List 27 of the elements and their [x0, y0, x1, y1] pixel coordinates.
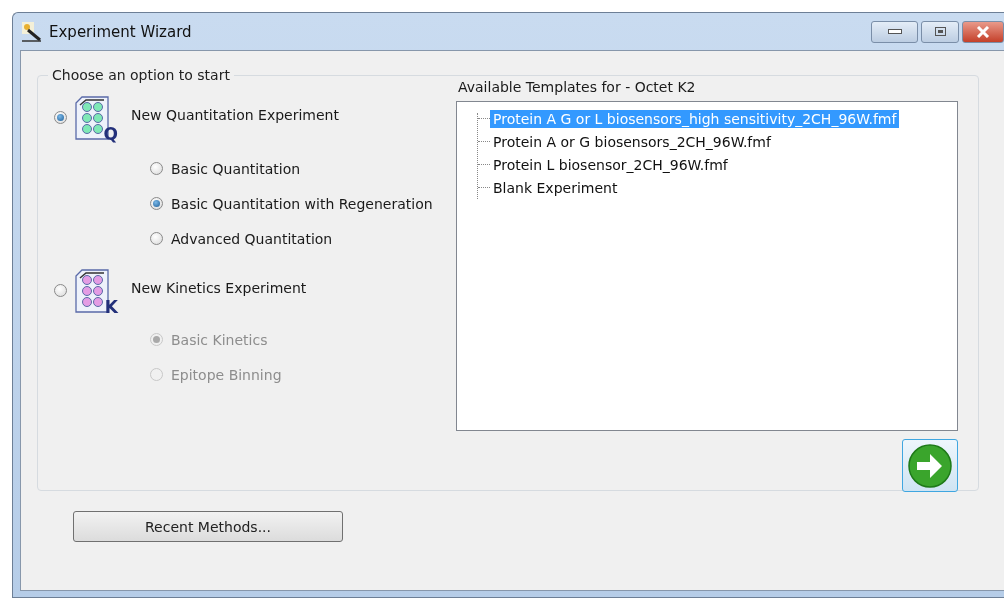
maximize-button[interactable] — [921, 20, 959, 43]
next-button[interactable] — [902, 439, 958, 492]
close-button[interactable] — [962, 20, 1004, 43]
option-label[interactable]: Advanced Quantitation — [171, 230, 333, 247]
minimize-icon — [887, 29, 902, 34]
option-label[interactable]: Basic Quantitation — [171, 160, 301, 177]
experiment-label[interactable]: New Kinetics Experiment — [131, 280, 307, 296]
radio-button[interactable] — [54, 111, 67, 124]
icon-letter: K — [104, 299, 118, 316]
icon-letter: Q — [103, 126, 118, 143]
template-item[interactable]: Protein L biosensor_2CH_96W.fmf — [490, 155, 731, 174]
radio-button[interactable] — [150, 197, 163, 210]
template-item[interactable]: Protein A or G biosensors_2CH_96W.fmf — [490, 132, 774, 151]
radio-button[interactable] — [150, 232, 163, 245]
templates-title: Available Templates for - Octet K2 — [458, 79, 697, 95]
option-label[interactable]: Basic Quantitation with Regeneration — [171, 195, 433, 212]
radio-button[interactable] — [54, 284, 67, 297]
maximize-icon — [934, 27, 946, 36]
close-icon — [976, 25, 990, 38]
window-title: Experiment Wizard — [49, 22, 193, 41]
group-title: Choose an option to start — [51, 67, 231, 83]
minimize-button[interactable] — [871, 20, 918, 43]
template-item[interactable]: Blank Experiment — [490, 178, 621, 197]
experiment-label[interactable]: New Quantitation Experiment — [131, 107, 339, 123]
radio-button[interactable] — [150, 162, 163, 175]
wand-icon — [21, 20, 43, 43]
recent-methods-button[interactable]: Recent Methods... — [73, 511, 343, 542]
